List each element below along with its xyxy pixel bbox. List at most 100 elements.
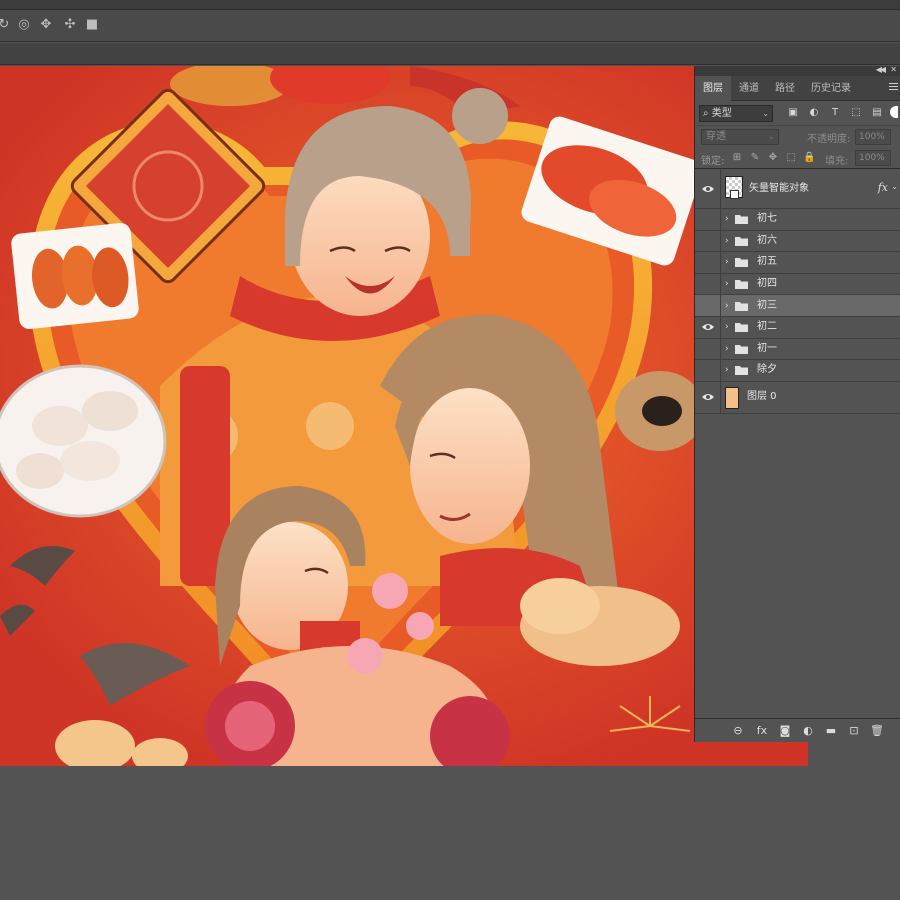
tab-channels[interactable]: 通道 — [731, 76, 767, 101]
layer-name: 初一 — [757, 342, 777, 354]
artwork-illustration — [0, 66, 808, 766]
folder-icon — [735, 344, 748, 354]
opacity-field[interactable]: 100% — [855, 129, 891, 145]
layer-name: 初三 — [757, 299, 777, 311]
visibility-toggle[interactable] — [695, 381, 721, 413]
layer-row-group[interactable]: › 初一 — [695, 338, 900, 361]
adjustment-filter-icon[interactable]: ◐ — [808, 107, 820, 119]
layer-row-group[interactable]: › 初七 — [695, 209, 900, 231]
visibility-toggle[interactable] — [695, 295, 721, 316]
add-mask-icon[interactable]: ◙ — [778, 724, 792, 738]
fill-label: 填充: — [825, 156, 849, 167]
folder-icon — [735, 215, 748, 225]
layer-list: 矢量智能对象 fx ⌄ › 初七 › 初六 › 初五 › 初四 › 初三 › 初二 › 初一 › 除夕 图层 … — [695, 169, 900, 414]
3d-orbit-icon[interactable]: ↻ — [0, 17, 12, 33]
layer-name: 初四 — [757, 278, 777, 290]
3d-roll-icon[interactable]: ◎ — [16, 17, 32, 33]
filter-kind-label: 类型 — [711, 108, 732, 119]
layer-row-smart-object[interactable]: 矢量智能对象 fx ⌄ — [695, 169, 900, 209]
visibility-toggle[interactable] — [695, 230, 721, 252]
blend-mode-select[interactable]: 穿透 ⌄ — [701, 129, 779, 145]
smart-object-badge-icon — [730, 190, 739, 199]
chevron-right-icon[interactable]: › — [725, 300, 729, 312]
fill-field[interactable]: 100% — [855, 150, 891, 166]
new-adjustment-icon[interactable]: ◐ — [801, 724, 815, 738]
new-layer-icon[interactable]: ⊡ — [847, 724, 861, 738]
layers-panel: ◀◀ ✕ 图层 通道 路径 历史记录 ⌕ 类型 ⌄ ▣ ◐ T ⬚ ▤ 穿透 ⌄… — [694, 65, 900, 742]
layer-name: 初五 — [757, 256, 777, 268]
folder-icon — [735, 301, 748, 311]
folder-icon — [735, 323, 748, 333]
canvas[interactable] — [0, 66, 808, 766]
lock-position-icon[interactable]: ✥ — [767, 152, 779, 164]
filter-kind-select[interactable]: ⌕ 类型 ⌄ — [699, 105, 773, 122]
tab-layers[interactable]: 图层 — [695, 76, 731, 101]
eye-icon — [702, 324, 714, 331]
chevron-right-icon[interactable]: › — [725, 278, 729, 290]
panel-menu-icon[interactable] — [889, 83, 898, 93]
3d-video-icon[interactable]: ■ — [84, 17, 100, 33]
layer-row-group[interactable]: › 初六 — [695, 230, 900, 253]
visibility-toggle[interactable] — [695, 360, 721, 381]
chevron-right-icon[interactable]: › — [725, 364, 729, 376]
visibility-toggle[interactable] — [695, 169, 721, 208]
lock-transparent-icon[interactable]: ⊞ — [731, 152, 743, 164]
lock-brush-icon[interactable]: ✎ — [749, 152, 761, 164]
layer-filter-row: ⌕ 类型 ⌄ ▣ ◐ T ⬚ ▤ — [695, 101, 900, 125]
collapse-icon[interactable]: ◀◀ — [876, 65, 886, 74]
new-group-icon[interactable]: ▬ — [824, 724, 838, 738]
chevron-right-icon[interactable]: › — [725, 235, 729, 247]
layer-row-group[interactable]: › 初三 — [695, 295, 900, 317]
filter-toggle[interactable] — [890, 106, 898, 118]
chevron-right-icon[interactable]: › — [725, 321, 729, 333]
layer-row-group[interactable]: › 初五 — [695, 252, 900, 274]
pixel-filter-icon[interactable]: ▣ — [787, 107, 799, 119]
blend-row: 穿透 ⌄ 不透明度: 100% — [695, 125, 900, 147]
lock-artboard-icon[interactable]: ⬚ — [785, 152, 797, 164]
layer-name: 除夕 — [757, 364, 777, 376]
visibility-toggle[interactable] — [695, 252, 721, 273]
visibility-toggle[interactable] — [695, 273, 721, 295]
tab-history[interactable]: 历史记录 — [803, 76, 859, 101]
eye-icon — [702, 394, 714, 401]
options-bar: ↻ ◎ ✥ ✣ ■ — [0, 10, 900, 42]
chevron-right-icon[interactable]: › — [725, 213, 729, 225]
3d-slide-icon[interactable]: ✣ — [62, 17, 78, 33]
layer-row-group[interactable]: › 初四 — [695, 273, 900, 296]
folder-icon — [735, 366, 748, 376]
chevron-right-icon[interactable]: › — [725, 343, 729, 355]
lock-all-icon[interactable]: 🔒 — [803, 152, 815, 164]
layer-thumbnail — [725, 386, 739, 409]
folder-icon — [735, 258, 748, 268]
shape-filter-icon[interactable]: ⬚ — [850, 107, 862, 119]
chevron-down-icon: ⌄ — [762, 109, 769, 118]
document-tab-bar — [0, 43, 900, 65]
opacity-label: 不透明度: — [807, 134, 851, 145]
lock-row: 锁定: ⊞ ✎ ✥ ⬚ 🔒 填充: 100% — [695, 147, 900, 169]
effects-icon[interactable]: fx — [878, 181, 888, 194]
layer-name: 图层 0 — [747, 391, 777, 403]
panel-header: ◀◀ ✕ — [695, 65, 900, 76]
layer-row-group[interactable]: › 初二 — [695, 316, 900, 339]
close-icon[interactable]: ✕ — [890, 65, 897, 74]
visibility-toggle[interactable] — [695, 209, 721, 230]
tab-paths[interactable]: 路径 — [767, 76, 803, 101]
layer-row-group[interactable]: › 除夕 — [695, 360, 900, 382]
panel-tabs: 图层 通道 路径 历史记录 — [695, 76, 900, 101]
folder-icon — [735, 236, 748, 246]
type-filter-icon[interactable]: T — [829, 107, 841, 119]
add-style-icon[interactable]: fx — [755, 724, 769, 738]
delete-layer-icon[interactable]: 🗑 — [870, 724, 884, 738]
layer-name: 初二 — [757, 321, 777, 333]
layer-name: 初六 — [757, 234, 777, 246]
menu-strip — [0, 0, 900, 10]
chevron-right-icon[interactable]: › — [725, 256, 729, 268]
visibility-toggle[interactable] — [695, 338, 721, 360]
smart-object-filter-icon[interactable]: ▤ — [871, 107, 883, 119]
layer-row-layer-0[interactable]: 图层 0 — [695, 381, 900, 414]
chevron-down-icon[interactable]: ⌄ — [891, 182, 898, 191]
3d-pan-icon[interactable]: ✥ — [38, 17, 54, 33]
link-layers-icon[interactable]: ⊖ — [731, 724, 745, 738]
visibility-toggle[interactable] — [695, 316, 721, 338]
panel-footer: ⊖ fx ◙ ◐ ▬ ⊡ 🗑 — [695, 718, 900, 742]
